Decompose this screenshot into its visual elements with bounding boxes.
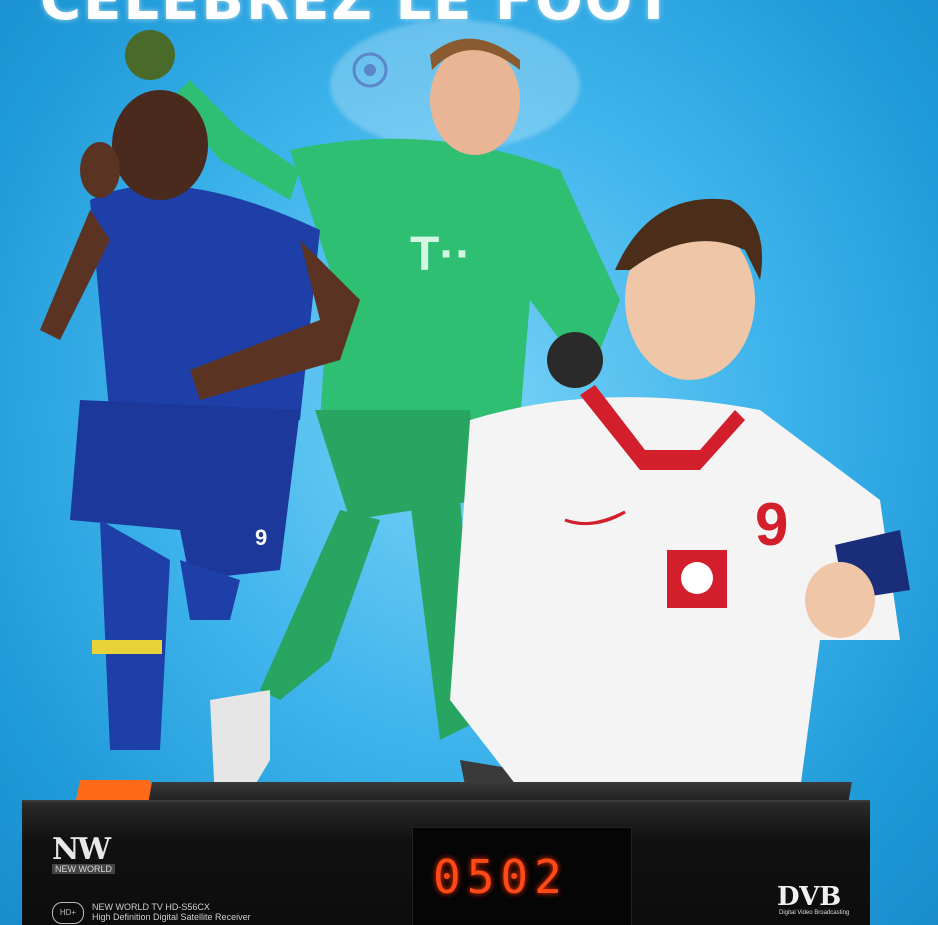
- shorts-number: 9: [255, 525, 267, 550]
- dvb-subtitle: Digital Video Broadcasting: [779, 910, 850, 916]
- dvb-logo: DVB: [777, 882, 842, 912]
- brand-logo: NW: [52, 832, 111, 867]
- shirt-sponsor: T··: [410, 228, 471, 281]
- brand-name: NEW WORLD: [52, 864, 115, 874]
- hd-plus-icon: HD+: [52, 902, 84, 924]
- satellite-receiver: NW NEW WORLD HD+ NEW WORLD TV HD-S56CX H…: [22, 800, 870, 925]
- poster: CÉLÉBREZ LE FOOT 9 T·· 9 NW NEW WORLD HD…: [0, 0, 938, 925]
- model-line-1: NEW WORLD TV HD-S56CX: [92, 902, 210, 912]
- display-digits: 0502: [433, 850, 568, 904]
- led-display: 0502: [412, 827, 632, 925]
- model-line-2: High Definition Digital Satellite Receiv…: [92, 912, 251, 922]
- shirt-number: 9: [755, 491, 788, 558]
- model-description: NEW WORLD TV HD-S56CX High Definition Di…: [92, 902, 251, 922]
